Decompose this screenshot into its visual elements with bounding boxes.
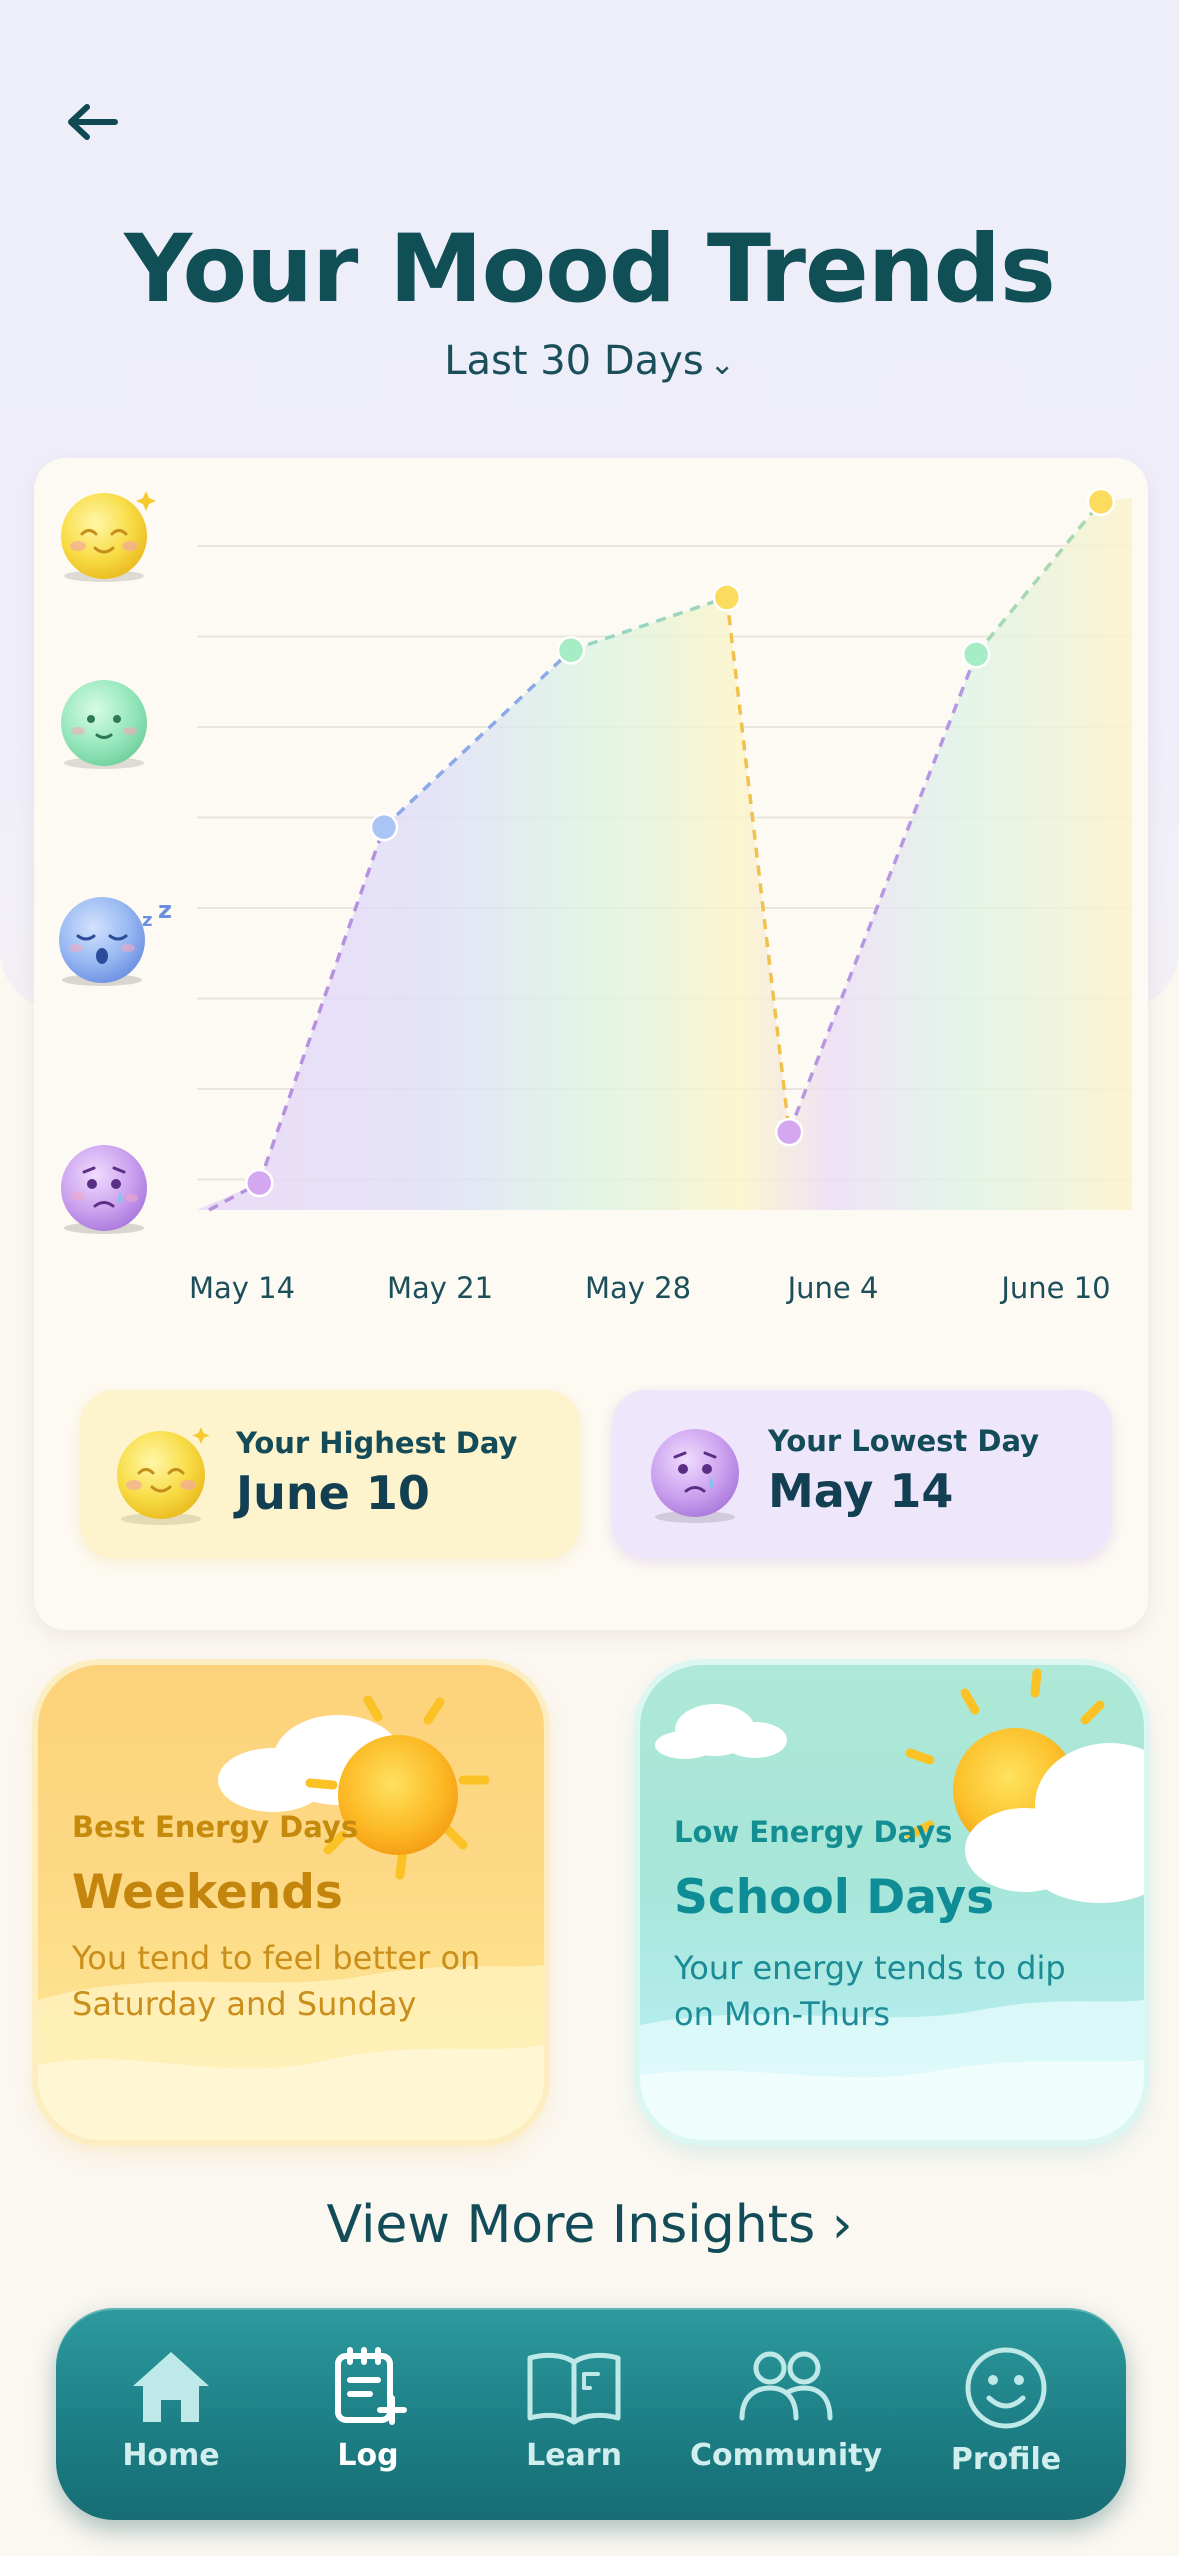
back-arrow-icon xyxy=(68,104,118,140)
nav-item-log[interactable]: Log xyxy=(278,2308,458,2520)
x-tick-label: June 10 xyxy=(999,1271,1110,1305)
x-tick-label: June 4 xyxy=(786,1271,879,1305)
best-energy-card[interactable]: Best Energy Days Weekends You tend to fe… xyxy=(38,1665,544,2140)
low-energy-description: Your energy tends to dip on Mon-Thurs xyxy=(674,1949,1066,2033)
x-tick-label: May 14 xyxy=(189,1271,295,1305)
svg-text:z: z xyxy=(142,910,152,931)
chart-point[interactable] xyxy=(369,812,399,842)
svg-text:z: z xyxy=(158,896,172,924)
calm-face-icon xyxy=(61,680,147,769)
lowest-day-value: May 14 xyxy=(768,1464,954,1518)
smiley-icon xyxy=(965,2347,1047,2429)
small-cloud-icon xyxy=(655,1704,787,1759)
back-button[interactable] xyxy=(62,92,122,152)
nav-label-learn: Learn xyxy=(526,2438,622,2473)
date-range-label: Last 30 Days xyxy=(444,338,704,384)
x-tick-label: May 28 xyxy=(585,1271,691,1305)
lowest-day-tile[interactable]: Your Lowest Day May 14 xyxy=(612,1390,1112,1558)
view-more-insights-link[interactable]: View More Insights › xyxy=(0,2195,1179,2255)
nav-label-profile: Profile xyxy=(950,2442,1062,2477)
date-range-selector[interactable]: Last 30 Days ⌄ xyxy=(0,338,1179,384)
chart-x-ticks: May 14 May 21 May 28 June 4 June 10 xyxy=(189,1271,1111,1305)
bottom-nav-bar: Home Log Learn Community Profile xyxy=(56,2308,1126,2520)
tired-face-icon: z z xyxy=(59,896,172,986)
chart-point[interactable] xyxy=(556,636,586,665)
chart-area-fill xyxy=(197,497,1132,1210)
nav-item-learn[interactable]: Learn xyxy=(484,2308,664,2520)
chart-point[interactable] xyxy=(245,1168,274,1198)
chart-point[interactable] xyxy=(712,583,742,612)
chart-point[interactable] xyxy=(961,640,991,669)
x-tick-label: May 21 xyxy=(387,1271,493,1305)
nav-label-log: Log xyxy=(337,2438,399,2473)
sad-face-icon xyxy=(651,1429,739,1523)
nav-label-home: Home xyxy=(122,2438,220,2473)
nav-item-profile[interactable]: Profile xyxy=(916,2308,1096,2520)
nav-item-home[interactable]: Home xyxy=(81,2308,261,2520)
best-energy-heading: Weekends xyxy=(72,1865,343,1920)
highest-day-tile[interactable]: Your Highest Day June 10 xyxy=(80,1390,580,1558)
community-icon xyxy=(739,2351,833,2421)
low-energy-kicker: Low Energy Days xyxy=(674,1815,953,1849)
best-energy-description: You tend to feel better on Saturday and … xyxy=(72,1939,481,2023)
mood-line-chart: May 14 May 21 May 28 June 4 June 10 z z xyxy=(59,487,1132,1305)
low-energy-card[interactable]: Low Energy Days School Days Your energy … xyxy=(640,1665,1144,2140)
happy-face-icon xyxy=(61,491,156,582)
chevron-down-icon: ⌄ xyxy=(709,347,735,382)
log-icon xyxy=(335,2347,407,2425)
best-energy-kicker: Best Energy Days xyxy=(72,1810,359,1844)
highest-day-label: Your Highest Day xyxy=(236,1426,518,1460)
nav-label-community: Community xyxy=(689,2438,883,2473)
chart-point[interactable] xyxy=(774,1117,804,1147)
home-icon xyxy=(133,2352,209,2422)
nav-item-community[interactable]: Community xyxy=(690,2308,882,2520)
happy-face-icon xyxy=(117,1427,210,1525)
chart-point[interactable] xyxy=(1086,487,1116,517)
low-energy-heading: School Days xyxy=(674,1870,995,1925)
book-icon xyxy=(527,2352,621,2425)
lowest-day-label: Your Lowest Day xyxy=(768,1424,1040,1458)
sad-face-icon xyxy=(61,1145,147,1234)
page-title: Your Mood Trends xyxy=(124,215,1056,324)
highest-day-value: June 10 xyxy=(236,1466,430,1520)
